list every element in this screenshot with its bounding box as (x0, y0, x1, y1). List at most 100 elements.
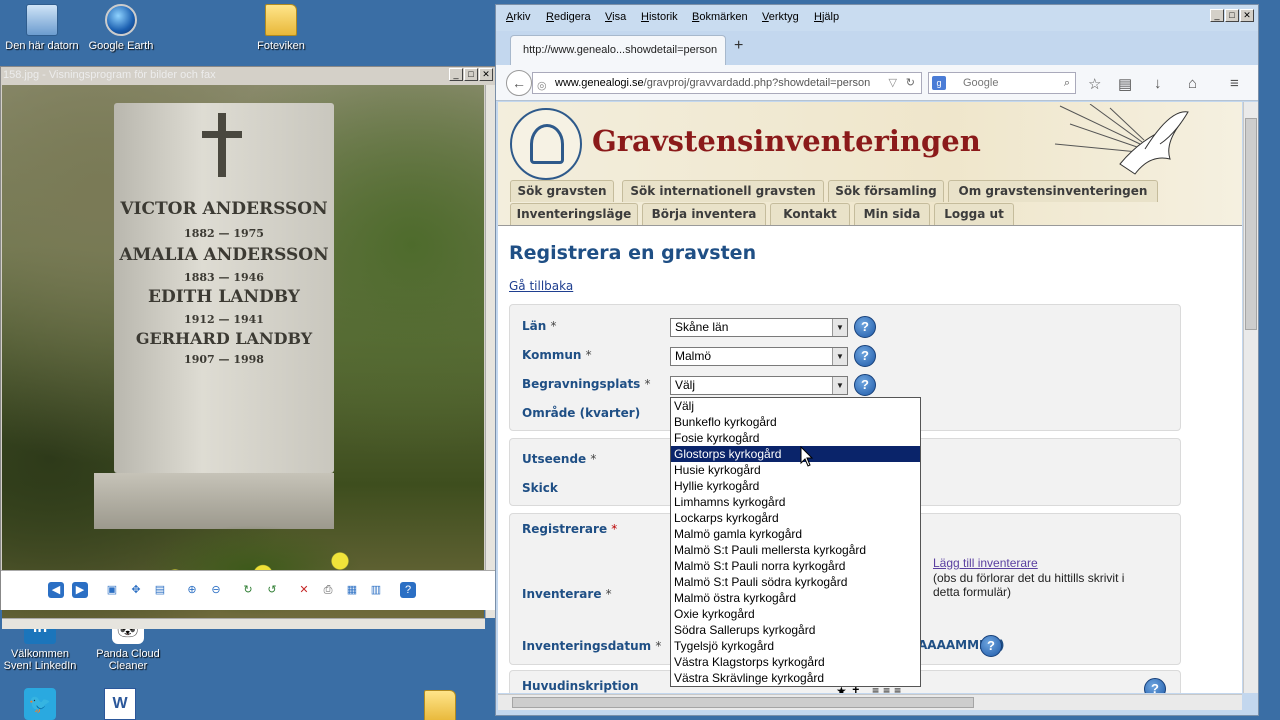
dropdown-option[interactable]: Malmö gamla kyrkogård (671, 526, 920, 542)
downloads-icon[interactable]: ↓ (1154, 75, 1162, 92)
dropdown-option[interactable]: Västra Klagstorps kyrkogård (671, 654, 920, 670)
url-bar[interactable]: ◎ www.genealogi.se/gravproj/gravvardadd.… (532, 72, 922, 94)
open-with-icon[interactable]: ▥ (368, 582, 384, 598)
menu-arkiv[interactable]: Arkiv (506, 11, 530, 23)
rotate-clockwise-icon[interactable]: ↻ (240, 582, 256, 598)
back-arrow-icon[interactable]: ← (506, 70, 532, 96)
browser-tab[interactable]: http://www.genealo...showdetail=person (510, 35, 726, 65)
dropdown-option[interactable]: Fosie kyrkogård (671, 430, 920, 446)
help-icon[interactable]: ? (980, 635, 1002, 657)
reload-icon[interactable]: ↻ (906, 73, 915, 93)
dropdown-option[interactable]: Lockarps kyrkogård (671, 510, 920, 526)
dropdown-option[interactable]: Husie kyrkogård (671, 462, 920, 478)
search-bar[interactable]: g Google ⌕ (928, 72, 1076, 94)
dropdown-option[interactable]: Tygelsjö kyrkogård (671, 638, 920, 654)
globe-icon: ◎ (537, 80, 547, 92)
viewer-horizontal-scrollbar[interactable] (2, 618, 485, 629)
dropdown-option[interactable]: Bunkeflo kyrkogård (671, 414, 920, 430)
minimize-button[interactable]: _ (449, 68, 463, 81)
help-icon[interactable]: ? (854, 345, 876, 367)
kommun-select[interactable]: Malmö ▼ (670, 347, 848, 366)
nav-borja-inventera[interactable]: Börja inventera (642, 203, 766, 225)
help-icon[interactable]: ? (400, 582, 416, 598)
help-icon[interactable]: ? (854, 374, 876, 396)
nav-kontakt[interactable]: Kontakt (770, 203, 850, 225)
next-image-icon[interactable]: ▶ (72, 582, 88, 598)
close-button[interactable]: ✕ (1240, 9, 1254, 22)
slideshow-icon[interactable]: ▤ (152, 582, 168, 598)
begravningsplats-dropdown-list[interactable]: Välj Bunkeflo kyrkogård Fosie kyrkogård … (670, 397, 921, 687)
scroll-thumb[interactable] (1245, 118, 1257, 330)
desktop-icon-twitter[interactable]: 🐦 (0, 688, 80, 720)
dropdown-option[interactable]: Hyllie kyrkogård (671, 478, 920, 494)
begravningsplats-select[interactable]: Välj ▼ (670, 376, 848, 395)
huvudinskription-label: Huvudinskription (522, 679, 639, 693)
nav-sok-forsamling[interactable]: Sök församling (828, 180, 944, 202)
rotate-counterclockwise-icon[interactable]: ↺ (264, 582, 280, 598)
dropdown-option[interactable]: Malmö S:t Pauli mellersta kyrkogård (671, 542, 920, 558)
dropdown-option[interactable]: Södra Sallerups kyrkogård (671, 622, 920, 638)
desktop-icon-computer[interactable]: Den här datorn (2, 4, 82, 52)
desktop-icon-google-earth[interactable]: Google Earth (81, 4, 161, 52)
site-header: Gravstensinventeringen Sök gravsten Sök … (498, 102, 1242, 226)
dropdown-option[interactable]: Välj (671, 398, 920, 414)
menu-hjalp[interactable]: Hjälp (814, 11, 839, 23)
maximize-button[interactable]: □ (464, 68, 478, 81)
close-button[interactable]: ✕ (479, 68, 493, 81)
zoom-out-icon[interactable]: ⊖ (208, 582, 224, 598)
actual-size-icon[interactable]: ✥ (128, 582, 144, 598)
previous-image-icon[interactable]: ◀ (48, 582, 64, 598)
reading-list-icon[interactable]: ▤ (1118, 75, 1132, 93)
inscription-line: AMALIA ANDERSSON (119, 245, 329, 265)
home-icon[interactable]: ⌂ (1188, 75, 1197, 92)
menu-bokmarken[interactable]: Bokmärken (692, 11, 748, 23)
desktop-icon-word[interactable]: W (80, 688, 160, 720)
print-icon[interactable]: ⎙ (320, 582, 336, 598)
nav-sok-internationell-gravsten[interactable]: Sök internationell gravsten (622, 180, 824, 202)
dropdown-option[interactable]: Malmö S:t Pauli norra kyrkogård (671, 558, 920, 574)
history-dropdown-icon[interactable]: ▽ (889, 73, 897, 93)
menu-icon[interactable]: ≡ (1230, 75, 1239, 92)
search-icon[interactable]: ⌕ (1064, 73, 1070, 93)
menu-verktyg[interactable]: Verktyg (762, 11, 799, 23)
nav-om-gravstensinventeringen[interactable]: Om gravstensinventeringen (948, 180, 1158, 202)
back-link[interactable]: Gå tillbaka (509, 279, 573, 293)
menu-historik[interactable]: Historik (641, 11, 678, 23)
nav-inventeringslage[interactable]: Inventeringsläge (510, 203, 638, 225)
inscription-line: 1883 — 1946 (184, 271, 264, 284)
gravestone-base (94, 473, 334, 529)
registrerare-label: Registrerare * (522, 522, 618, 536)
lan-select[interactable]: Skåne län ▼ (670, 318, 848, 337)
dropdown-option[interactable]: Västra Skrävlinge kyrkogård (671, 670, 920, 686)
scroll-thumb[interactable] (512, 697, 974, 708)
maximize-button[interactable]: □ (1225, 9, 1239, 22)
dropdown-option[interactable]: Oxie kyrkogård (671, 606, 920, 622)
dropdown-option[interactable]: Malmö östra kyrkogård (671, 590, 920, 606)
menu-visa[interactable]: Visa (605, 11, 626, 23)
site-title: Gravstensinventeringen (592, 124, 981, 158)
nav-min-sida[interactable]: Min sida (854, 203, 930, 225)
menu-redigera[interactable]: Redigera (546, 11, 591, 23)
nav-sok-gravsten[interactable]: Sök gravsten (510, 180, 614, 202)
delete-icon[interactable]: ✕ (296, 582, 312, 598)
minimize-button[interactable]: _ (1210, 9, 1224, 22)
add-inventerare-link[interactable]: Lägg till inventerare (933, 556, 1038, 570)
chevron-down-icon: ▼ (832, 348, 847, 365)
desktop-icon-folder[interactable] (400, 688, 480, 720)
new-tab-icon[interactable]: + (734, 37, 743, 55)
page-vertical-scrollbar[interactable] (1243, 102, 1258, 693)
save-icon[interactable]: ▦ (344, 582, 360, 598)
page-horizontal-scrollbar[interactable] (498, 694, 1242, 710)
best-fit-icon[interactable]: ▣ (104, 582, 120, 598)
nav-logga-ut[interactable]: Logga ut (934, 203, 1014, 225)
kommun-label: Kommun * (522, 348, 592, 362)
bookmark-star-icon[interactable]: ☆ (1088, 75, 1101, 93)
dropdown-option-highlighted[interactable]: Glostorps kyrkogård (671, 446, 920, 462)
dropdown-option[interactable]: Malmö S:t Pauli södra kyrkogård (671, 574, 920, 590)
help-icon[interactable]: ? (854, 316, 876, 338)
help-icon[interactable]: ? (1144, 678, 1166, 693)
desktop-icon-foteviken[interactable]: Foteviken (241, 4, 321, 52)
cross-icon-bar (202, 131, 242, 138)
zoom-in-icon[interactable]: ⊕ (184, 582, 200, 598)
dropdown-option[interactable]: Limhamns kyrkogård (671, 494, 920, 510)
